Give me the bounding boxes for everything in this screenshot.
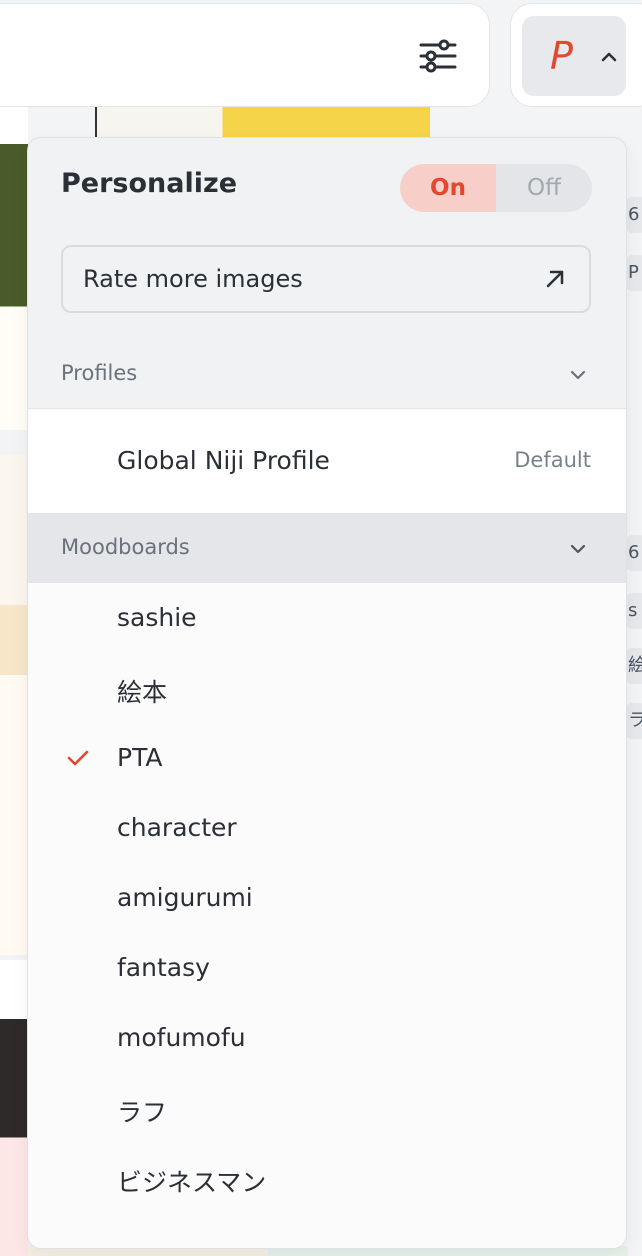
moodboard-label: PTA — [117, 743, 163, 772]
moodboard-item-sashie[interactable]: sashie — [28, 584, 626, 654]
moodboard-label: ラフ — [117, 1098, 168, 1127]
moodboard-item-fantasy[interactable]: fantasy — [28, 934, 626, 1004]
personalize-toggle[interactable]: On Off — [400, 164, 592, 212]
moodboard-label: 絵本 — [117, 678, 168, 707]
background-card[interactable]: 絵 — [626, 648, 642, 684]
profile-item-global-niji[interactable]: Global Niji Profile Default — [28, 410, 626, 513]
arrow-up-right-icon — [546, 270, 564, 288]
background-card[interactable]: s — [626, 593, 642, 629]
moodboard-label: character — [117, 813, 237, 842]
moodboard-item-mofumofu[interactable]: mofumofu — [28, 1004, 626, 1074]
profile-name: Global Niji Profile — [117, 446, 330, 475]
profiles-label: Profiles — [61, 361, 138, 385]
chevron-down-icon — [570, 370, 586, 380]
profile-letter: P — [550, 34, 573, 78]
background-artwork — [95, 105, 430, 140]
background-artwork — [0, 455, 28, 955]
rate-more-images-button[interactable]: Rate more images — [61, 245, 591, 313]
chevron-down-icon — [570, 544, 586, 554]
moodboard-item-businessman[interactable]: ビジネスマン — [28, 1144, 626, 1214]
chevron-up-icon — [601, 52, 617, 62]
moodboard-list: sashie 絵本 PTA character amigurumi fantas… — [28, 584, 626, 1214]
moodboard-label: fantasy — [117, 953, 210, 982]
background-card[interactable]: P — [626, 255, 642, 291]
sliders-icon[interactable] — [418, 36, 458, 76]
toggle-on-option[interactable]: On — [400, 164, 496, 212]
background-card[interactable]: ラ — [626, 703, 642, 739]
moodboards-label: Moodboards — [61, 535, 190, 559]
prompt-bar[interactable] — [0, 3, 490, 107]
moodboards-section-header[interactable]: Moodboards — [28, 513, 626, 583]
personalize-header: Personalize On Off Rate more images — [28, 138, 626, 340]
background-artwork — [0, 105, 28, 430]
rate-button-label: Rate more images — [83, 265, 303, 293]
moodboard-label: ビジネスマン — [117, 1168, 267, 1197]
moodboard-label: amigurumi — [117, 883, 253, 912]
moodboard-item-ehon[interactable]: 絵本 — [28, 654, 626, 724]
moodboard-item-pta[interactable]: PTA — [28, 724, 626, 794]
background-artwork — [0, 960, 28, 1256]
moodboard-item-rafu[interactable]: ラフ — [28, 1074, 626, 1144]
checkmark-icon — [67, 750, 89, 766]
personalize-profile-button[interactable]: P — [522, 16, 626, 96]
background-card[interactable]: 6 — [626, 535, 642, 571]
profiles-section-header[interactable]: Profiles — [28, 339, 626, 409]
moodboard-item-character[interactable]: character — [28, 794, 626, 864]
moodboard-label: sashie — [117, 603, 197, 632]
toggle-off-option[interactable]: Off — [496, 164, 592, 212]
moodboard-item-amigurumi[interactable]: amigurumi — [28, 864, 626, 934]
panel-title: Personalize — [61, 168, 238, 199]
background-card[interactable]: 6 — [626, 197, 642, 233]
moodboard-label: mofumofu — [117, 1023, 246, 1052]
default-badge: Default — [514, 448, 591, 472]
personalize-dropdown: Personalize On Off Rate more images Prof… — [27, 137, 627, 1249]
